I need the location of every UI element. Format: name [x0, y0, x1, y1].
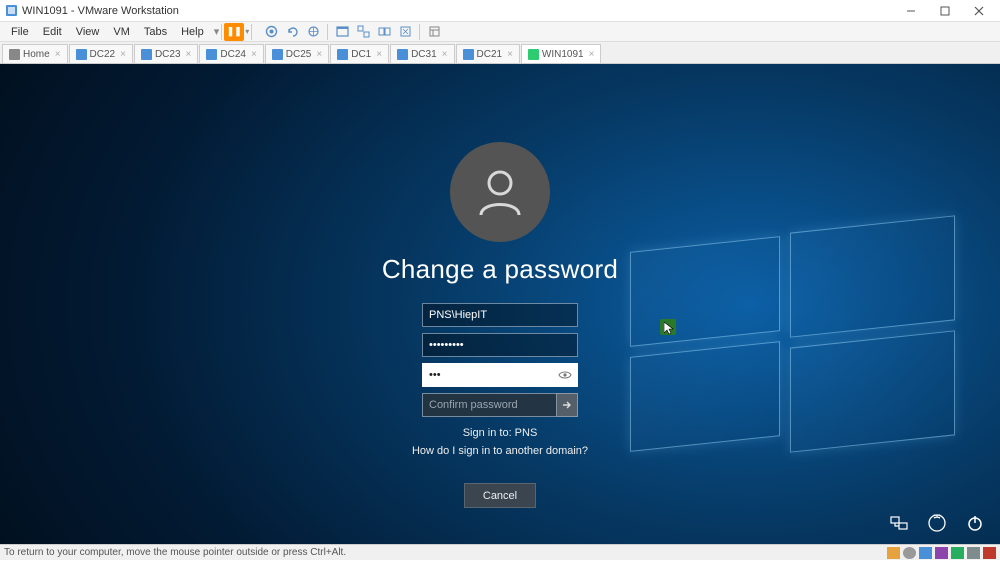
minimize-button[interactable]	[894, 0, 928, 22]
maximize-button[interactable]	[928, 0, 962, 22]
tab-close-icon[interactable]: ×	[442, 49, 448, 60]
tab-label: DC21	[477, 49, 503, 60]
ease-of-access-icon[interactable]	[926, 512, 948, 534]
page-title: Change a password	[350, 254, 650, 285]
power-icon[interactable]	[964, 512, 986, 534]
tab-close-icon[interactable]: ×	[507, 49, 513, 60]
home-icon	[9, 49, 20, 60]
tab-close-icon[interactable]: ×	[186, 49, 192, 60]
vm-icon	[397, 49, 408, 60]
tab-vm[interactable]: DC31 ×	[390, 44, 454, 63]
confirm-password-field[interactable]	[422, 393, 578, 417]
toolbar-separator	[327, 24, 328, 40]
toolbar-manage-icon[interactable]	[304, 23, 322, 41]
tab-label: Home	[23, 49, 50, 60]
cancel-button[interactable]: Cancel	[464, 483, 536, 508]
signin-to-text: Sign in to: PNS	[350, 427, 650, 439]
windows-logo	[630, 224, 960, 454]
tab-label: DC1	[351, 49, 371, 60]
toolbar-library-icon[interactable]	[425, 23, 443, 41]
new-password-field[interactable]	[422, 363, 578, 387]
change-password-panel: Change a password Sign in to: PNS How	[350, 142, 650, 508]
vm-tabs-bar: Home × DC22 × DC23 × DC24 × DC25 × DC1 × DC31 ×…	[0, 42, 1000, 64]
app-icon	[4, 4, 18, 18]
tray-display-icon[interactable]	[983, 547, 996, 559]
tray-sound-icon[interactable]	[951, 547, 964, 559]
tab-close-icon[interactable]: ×	[55, 49, 61, 60]
tray-disk-icon[interactable]	[887, 547, 900, 559]
user-avatar	[450, 142, 550, 242]
reveal-password-icon[interactable]	[556, 366, 574, 384]
username-field[interactable]	[422, 303, 578, 327]
toolbar-separator	[251, 24, 252, 40]
tab-label: DC22	[90, 49, 116, 60]
tray-usb-icon[interactable]	[935, 547, 948, 559]
menu-view[interactable]: View	[69, 24, 107, 40]
menu-help[interactable]: Help	[174, 24, 211, 40]
submit-button[interactable]	[556, 393, 578, 417]
network-icon[interactable]	[888, 512, 910, 534]
tab-vm-active[interactable]: WIN1091 ×	[521, 44, 602, 63]
old-password-field[interactable]	[422, 333, 578, 357]
menu-edit[interactable]: Edit	[36, 24, 69, 40]
lockscreen-system-icons	[888, 512, 986, 534]
vm-icon	[528, 49, 539, 60]
tab-vm[interactable]: DC21 ×	[456, 44, 520, 63]
vm-icon	[272, 49, 283, 60]
tab-label: WIN1091	[542, 49, 584, 60]
vm-icon	[141, 49, 152, 60]
toolbar-unity-icon[interactable]	[354, 23, 372, 41]
toolbar-revert-icon[interactable]	[283, 23, 301, 41]
menu-tabs[interactable]: Tabs	[137, 24, 174, 40]
window-title: WIN1091 - VMware Workstation	[22, 5, 894, 17]
pause-button[interactable]: ❚❚	[224, 23, 244, 41]
toolbar-separator	[419, 24, 420, 40]
menubar: File Edit View VM Tabs Help ▾ ❚❚ ▾	[0, 22, 1000, 42]
windows-lockscreen-bg: Change a password Sign in to: PNS How	[0, 64, 1000, 544]
tray-cd-icon[interactable]	[903, 547, 916, 559]
status-hint: To return to your computer, move the mou…	[4, 547, 346, 558]
vm-icon	[76, 49, 87, 60]
window-titlebar: WIN1091 - VMware Workstation	[0, 0, 1000, 22]
toolbar-console-icon[interactable]	[375, 23, 393, 41]
device-tray	[887, 547, 996, 559]
tab-vm[interactable]: DC24 ×	[199, 44, 263, 63]
other-domain-link[interactable]: How do I sign in to another domain?	[350, 445, 650, 457]
vm-icon	[463, 49, 474, 60]
toolbar-snapshot-icon[interactable]	[262, 23, 280, 41]
tab-vm[interactable]: DC22 ×	[69, 44, 133, 63]
tab-close-icon[interactable]: ×	[376, 49, 382, 60]
toolbar-fullscreen-icon[interactable]	[333, 23, 351, 41]
vm-icon	[206, 49, 217, 60]
tab-label: DC23	[155, 49, 181, 60]
toolbar-stretch-icon[interactable]	[396, 23, 414, 41]
menu-vm[interactable]: VM	[106, 24, 137, 40]
statusbar: To return to your computer, move the mou…	[0, 544, 1000, 560]
tab-close-icon[interactable]: ×	[120, 49, 126, 60]
tray-printer-icon[interactable]	[967, 547, 980, 559]
tab-label: DC24	[220, 49, 246, 60]
tab-close-icon[interactable]: ×	[251, 49, 257, 60]
menu-file[interactable]: File	[4, 24, 36, 40]
vm-display[interactable]: Change a password Sign in to: PNS How	[0, 64, 1000, 544]
tab-vm[interactable]: DC1 ×	[330, 44, 389, 63]
tab-label: DC31	[411, 49, 437, 60]
tab-close-icon[interactable]: ×	[589, 49, 595, 60]
close-button[interactable]	[962, 0, 996, 22]
tab-label: DC25	[286, 49, 312, 60]
vm-icon	[337, 49, 348, 60]
tab-vm[interactable]: DC23 ×	[134, 44, 198, 63]
tab-vm[interactable]: DC25 ×	[265, 44, 329, 63]
tab-close-icon[interactable]: ×	[316, 49, 322, 60]
tray-net-icon[interactable]	[919, 547, 932, 559]
tab-home[interactable]: Home ×	[2, 44, 68, 63]
toolbar-separator	[221, 24, 222, 40]
